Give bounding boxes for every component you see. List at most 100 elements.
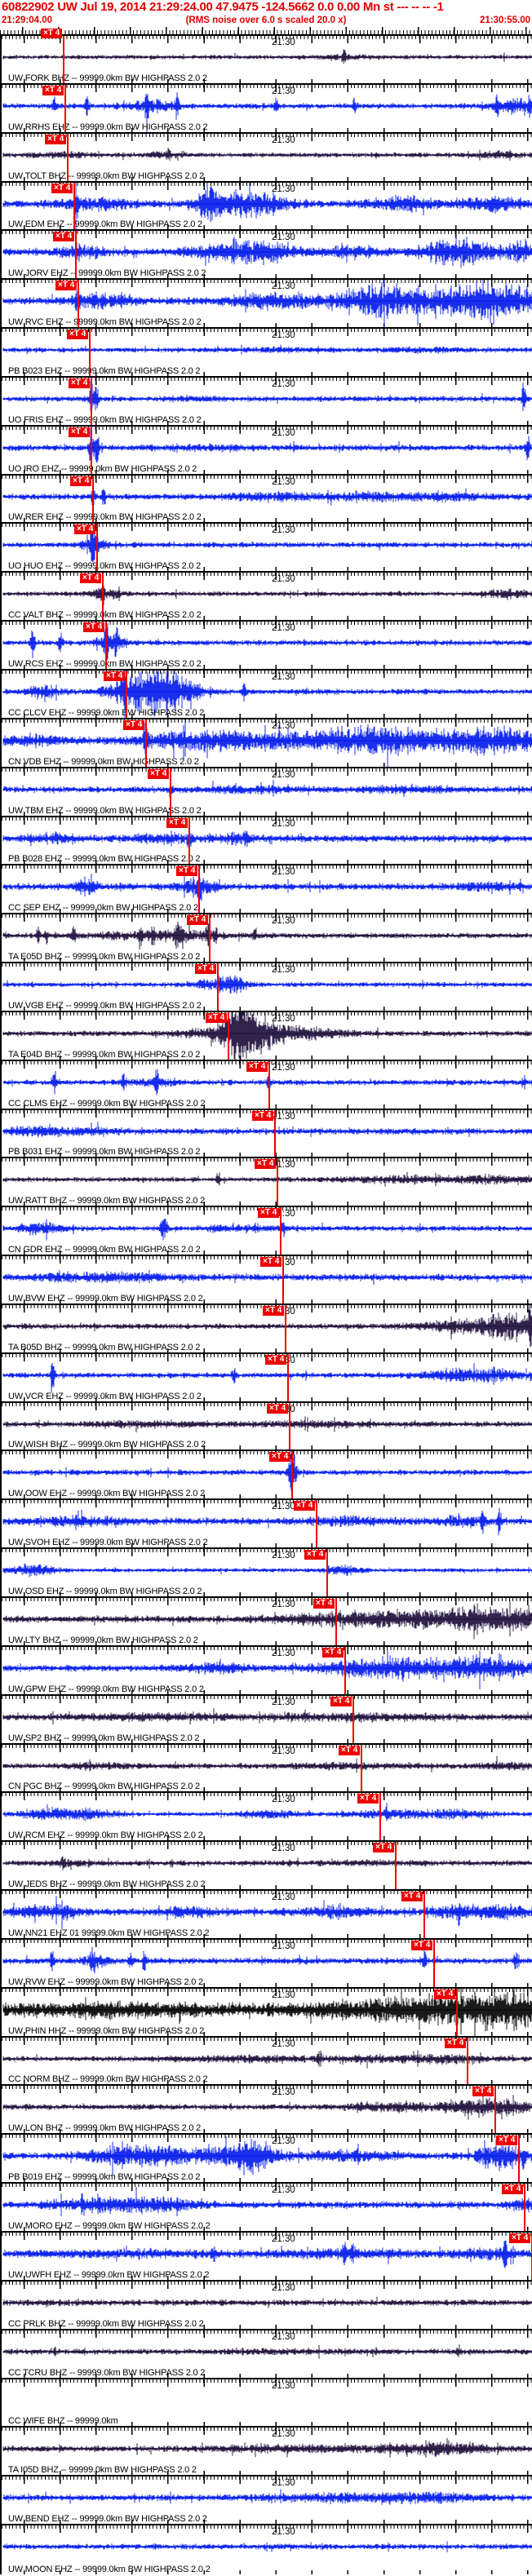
pick-flag[interactable]: ×T 4: [263, 1305, 285, 1316]
pick-flag[interactable]: ×T 4: [434, 1989, 456, 1999]
trace-row[interactable]: 21:30 ×T 4 UW FORK BHZ -- 99999.0km BW HIG…: [2, 29, 532, 85]
trace-row[interactable]: 21:30 ×T 4 UW RATT BHZ -- 99999.0km BW HIG…: [2, 1158, 532, 1208]
pick-line[interactable]: [188, 817, 190, 865]
trace-row[interactable]: 21:30 CC PRLK BHZ -- 99999.0km BW HIGHPAS…: [2, 2281, 532, 2330]
trace-row[interactable]: 21:30 ×T 4 UW RVC EHZ -- 99999.0km BW HIGH…: [2, 280, 532, 330]
pick-line[interactable]: [335, 1598, 337, 1645]
pick-flag[interactable]: ×T 4: [313, 1599, 335, 1609]
pick-flag[interactable]: ×T 4: [104, 671, 126, 681]
pick-flag[interactable]: ×T 4: [496, 2136, 518, 2146]
pick-flag[interactable]: ×T 4: [472, 2087, 494, 2097]
trace-row[interactable]: 21:30 ×T 4 UW PHIN HHZ -- 99999.0km BW HIG…: [2, 1988, 532, 2038]
trace-row[interactable]: 21:30 ×T 4 CN VDB EHZ -- 99999.0km BW HIGH…: [2, 719, 532, 768]
trace-row[interactable]: 21:30 CC WIFE BHZ -- 99999.0km: [2, 2379, 532, 2428]
pick-line[interactable]: [280, 1207, 282, 1255]
trace-row[interactable]: 21:30 ×T 4 UW TBM EHZ -- 99999.0km BW HIGH…: [2, 768, 532, 817]
pick-line[interactable]: [344, 1646, 346, 1694]
pick-flag[interactable]: ×T 4: [74, 524, 96, 535]
pick-flag[interactable]: ×T 4: [445, 2038, 467, 2048]
pick-line[interactable]: [282, 1256, 284, 1303]
pick-flag[interactable]: ×T 4: [265, 1354, 287, 1365]
pick-flag[interactable]: ×T 4: [258, 1208, 280, 1219]
trace-row[interactable]: 21:30 UW MOON EHZ -- 99999.0km BW HIGHPAS…: [2, 2525, 532, 2574]
pick-line[interactable]: [91, 426, 92, 474]
pick-flag[interactable]: ×T 4: [304, 1550, 326, 1560]
pick-line[interactable]: [91, 377, 92, 425]
pick-line[interactable]: [217, 963, 219, 1011]
pick-flag[interactable]: ×T 4: [195, 964, 217, 975]
pick-flag[interactable]: ×T 4: [69, 427, 91, 437]
pick-line[interactable]: [352, 1695, 354, 1743]
pick-line[interactable]: [379, 1793, 381, 1841]
pick-line[interactable]: [268, 1060, 270, 1109]
trace-row[interactable]: 21:30 ×T 4 UW RCM EHZ -- 99999.0km BW HIGH…: [2, 1793, 532, 1843]
pick-flag[interactable]: ×T 4: [322, 1647, 344, 1658]
trace-row[interactable]: 21:30×T 4UW BVW EHZ -- 99999.0km BW HIGH…: [2, 1256, 532, 1305]
pick-line[interactable]: [395, 1842, 397, 1890]
trace-row[interactable]: 21:30 ×T 4 UW RVW EHZ -- 99999.0km BW HIGH…: [2, 1939, 532, 1989]
trace-row[interactable]: 21:30 ×T 4 UW LON BHZ -- 99999.0km BW HIGH…: [2, 2086, 532, 2136]
trace-row[interactable]: 21:30 ×T 4 CN GDR EHZ -- 99999.0km BW HIGH…: [2, 1207, 532, 1257]
pick-flag[interactable]: ×T 4: [255, 1159, 277, 1170]
pick-line[interactable]: [67, 133, 69, 181]
trace-row[interactable]: 21:30×T 4TA B05D BHZ -- 99999.0km BW HIG…: [2, 1304, 532, 1354]
pick-line[interactable]: [96, 524, 98, 572]
pick-line[interactable]: [289, 1402, 290, 1450]
pick-flag[interactable]: ×T 4: [206, 1012, 228, 1023]
pick-flag[interactable]: ×T 4: [67, 330, 89, 340]
pick-line[interactable]: [198, 865, 200, 914]
pick-line[interactable]: [467, 2037, 468, 2085]
trace-row[interactable]: 21:30 ×T 4 UW MORO EHZ -- 99999.0km BW HIG…: [2, 2184, 532, 2233]
trace-row[interactable]: 21:30 ×T 4 UW SVOH EHZ -- 99999.0km BW HIG…: [2, 1500, 532, 1550]
pick-line[interactable]: [89, 329, 91, 376]
pick-line[interactable]: [456, 1988, 458, 2036]
pick-line[interactable]: [92, 475, 94, 523]
pick-line[interactable]: [316, 1500, 317, 1548]
trace-row[interactable]: 21:30 ×T 4 UO IRO EHZ -- 99999.0km BW HIGH…: [2, 426, 532, 476]
pick-line[interactable]: [524, 2184, 525, 2231]
trace-row[interactable]: 21:30 ×T 4 UW RER EHZ -- 99999.0km BW HIGH…: [2, 475, 532, 524]
trace-row[interactable]: 21:30 ×T 4 CC CLCV EHZ -- 99999.0km BW HIG…: [2, 670, 532, 719]
trace-row[interactable]: 21:30 ×T 4 PB B031 EHZ -- 99999.0km BW HIG…: [2, 1109, 532, 1159]
trace-row[interactable]: 21:30×T 4UW OOW EHZ -- 99999.0km BW HIGH…: [2, 1451, 532, 1501]
trace-row[interactable]: 21:30 ×T 4 UW LTY BHZ -- 99999.0km BW HIGH…: [2, 1598, 532, 1647]
pick-line[interactable]: [494, 2086, 496, 2134]
pick-line[interactable]: [326, 1549, 328, 1596]
pick-flag[interactable]: ×T 4: [55, 281, 78, 291]
pick-flag[interactable]: ×T 4: [269, 1452, 291, 1463]
pick-flag[interactable]: ×T 4: [51, 183, 73, 193]
pick-line[interactable]: [287, 1353, 289, 1401]
pick-flag[interactable]: ×T 4: [294, 1501, 316, 1512]
trace-row[interactable]: 21:30 ×T 4 UW OSD EHZ -- 99999.0km BW HIGH…: [2, 1549, 532, 1598]
pick-flag[interactable]: ×T 4: [83, 622, 105, 633]
trace-row[interactable]: 21:30 ×T 4 UO FRIS EHZ -- 99999.0km BW HIG…: [2, 377, 532, 427]
pick-line[interactable]: [102, 573, 104, 621]
pick-flag[interactable]: ×T 4: [339, 1745, 361, 1755]
trace-row[interactable]: 21:30 ×T 4 CC SEP EHZ -- 99999.0km BW HIGH…: [2, 865, 532, 915]
trace-row[interactable]: 21:30 ×T 4 CC NORM BHZ -- 99999.0km BW HIG…: [2, 2037, 532, 2087]
pick-line[interactable]: [145, 719, 147, 767]
trace-row[interactable]: 21:30 ×T 4 CC CLMS EHZ -- 99999.0km BW HIG…: [2, 1060, 532, 1110]
trace-row[interactable]: 21:30 ×T 4 UO HUO EHZ -- 99999.0km BW HIGH…: [2, 524, 532, 573]
pick-line[interactable]: [209, 914, 211, 963]
pick-flag[interactable]: ×T 4: [509, 2233, 531, 2243]
pick-flag[interactable]: ×T 4: [373, 1843, 395, 1853]
pick-flag[interactable]: ×T 4: [502, 2184, 524, 2195]
pick-line[interactable]: [73, 182, 75, 230]
trace-row[interactable]: 21:30 TA I05D BHZ -- 99999.0km BW HIGHPAS…: [2, 2428, 532, 2477]
trace-row[interactable]: 21:30×T 4UW WISH BHZ -- 99999.0km BW HIG…: [2, 1402, 532, 1452]
pick-line[interactable]: [518, 2135, 520, 2183]
pick-flag[interactable]: ×T 4: [42, 85, 64, 95]
trace-row[interactable]: 21:30 ×T 4 UW NN21 EHZ 01 99999.0km BW HIG…: [2, 1891, 532, 1940]
pick-flag[interactable]: ×T 4: [53, 232, 75, 242]
pick-line[interactable]: [291, 1451, 293, 1499]
pick-line[interactable]: [105, 622, 107, 669]
pick-line[interactable]: [63, 36, 64, 83]
trace-row[interactable]: 21:30×T 4UW VCR EHZ -- 99999.0km BW HIGH…: [2, 1353, 532, 1403]
pick-line[interactable]: [277, 1158, 278, 1206]
pick-flag[interactable]: ×T 4: [330, 1696, 352, 1706]
pick-flag[interactable]: ×T 4: [41, 29, 63, 38]
pick-flag[interactable]: ×T 4: [357, 1794, 379, 1804]
pick-flag[interactable]: ×T 4: [80, 573, 102, 584]
pick-line[interactable]: [285, 1304, 286, 1352]
